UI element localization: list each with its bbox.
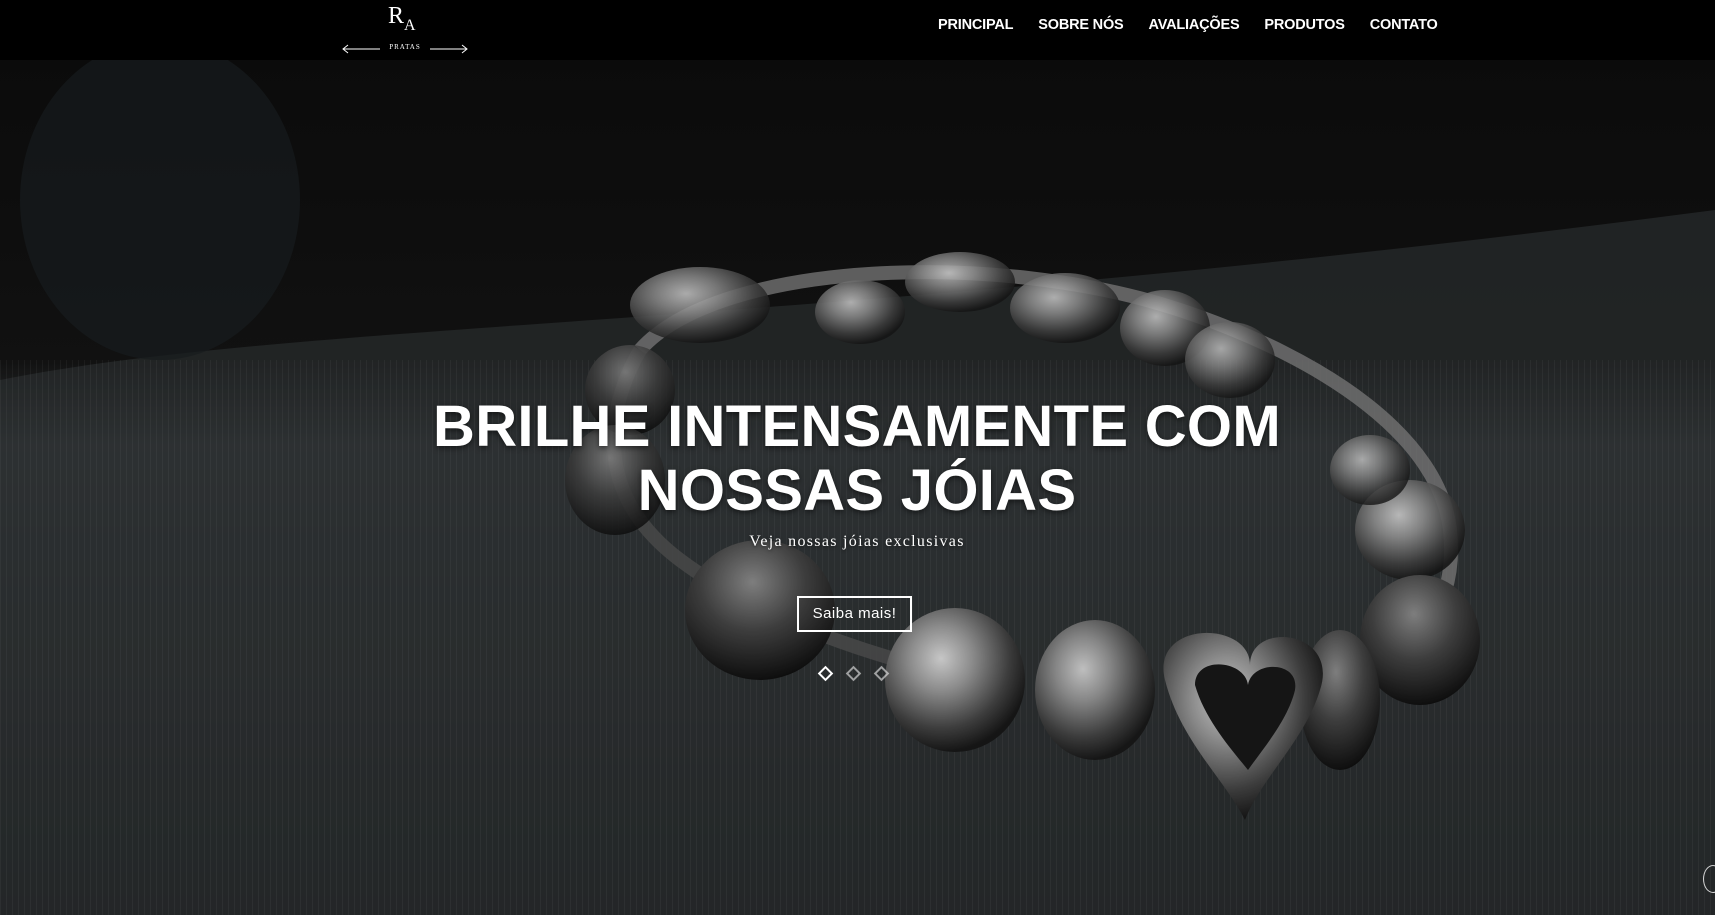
logo-letter-a: A — [404, 17, 416, 34]
carousel-indicator-1[interactable] — [817, 665, 834, 682]
nav-link-sobre-nos[interactable]: SOBRE NÓS — [1038, 16, 1123, 34]
carousel-indicator-3[interactable] — [873, 665, 890, 682]
saiba-mais-button[interactable]: Saiba mais! — [797, 596, 912, 632]
hero-slide: BRILHE INTENSAMENTE COM NOSSAS JÓIAS Vej… — [0, 60, 1715, 915]
main-nav: PRINCIPAL SOBRE NÓS AVALIAÇÕES PRODUTOS … — [938, 16, 1438, 34]
hero-title-line-1: BRILHE INTENSAMENTE COM — [433, 394, 1281, 459]
nav-link-produtos[interactable]: PRODUTOS — [1264, 16, 1345, 34]
carousel-indicator-2[interactable] — [845, 665, 862, 682]
nav-link-principal[interactable]: PRINCIPAL — [938, 16, 1013, 34]
nav-link-contato[interactable]: CONTATO — [1370, 16, 1438, 34]
nav-link-avaliacoes[interactable]: AVALIAÇÕES — [1149, 16, 1240, 34]
hero-title-line-2: NOSSAS JÓIAS — [637, 458, 1077, 523]
logo-tagline: PRATAS — [389, 43, 421, 51]
hero-subtitle: Veja nossas jóias exclusivas — [749, 533, 965, 550]
hero-carousel: BRILHE INTENSAMENTE COM NOSSAS JÓIAS Vej… — [0, 60, 1715, 915]
brand-logo[interactable]: R A PRATAS — [342, 2, 468, 56]
logo-subline: PRATAS — [342, 42, 468, 56]
page: R A PRATAS PRINCIPAL SOBRE NÓS AVALIAÇÕE… — [0, 0, 1715, 915]
hero-title: BRILHE INTENSAMENTE COM NOSSAS JÓIAS — [357, 395, 1357, 523]
logo-letter-r: R — [388, 3, 405, 29]
navbar: R A PRATAS PRINCIPAL SOBRE NÓS AVALIAÇÕE… — [0, 0, 1715, 60]
